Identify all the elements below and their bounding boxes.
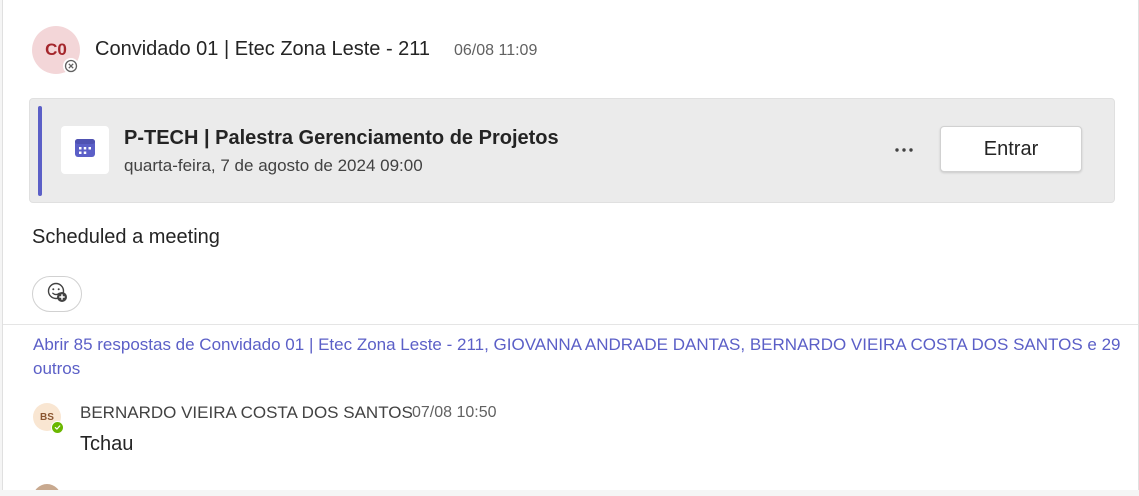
next-reply-avatar[interactable] <box>33 484 61 490</box>
add-reaction-button[interactable] <box>32 276 82 312</box>
meeting-title[interactable]: P-TECH | Palestra Gerenciamento de Proje… <box>124 127 559 150</box>
blocked-icon <box>63 58 79 74</box>
message-card: C0 Convidado 01 | Etec Zona Leste - 211 … <box>2 0 1139 490</box>
calendar-tile <box>61 126 109 174</box>
message-timestamp: 06/08 11:09 <box>454 42 538 59</box>
sender-name: Convidado 01 | Etec Zona Leste - 211 <box>95 38 431 60</box>
reply-sender-name: BERNARDO VIEIRA COSTA DOS SANTOS <box>80 403 413 422</box>
more-icon <box>894 140 914 158</box>
calendar-icon <box>74 137 96 164</box>
more-options-button[interactable] <box>891 137 917 161</box>
available-icon <box>51 421 64 434</box>
meeting-accent-bar <box>38 106 42 196</box>
avatar-initials: C0 <box>45 40 67 59</box>
divider <box>3 324 1138 325</box>
reply-timestamp: 07/08 10:50 <box>412 404 497 421</box>
add-reaction-icon <box>46 281 68 308</box>
reply-text: Tchau <box>80 433 134 455</box>
meeting-datetime: quarta-feira, 7 de agosto de 2024 09:00 <box>124 156 423 175</box>
reply-avatar-initials: BS <box>40 411 54 423</box>
message-text: Scheduled a meeting <box>32 226 220 248</box>
open-replies-link[interactable]: Abrir 85 respostas de Convidado 01 | Ete… <box>33 333 1133 381</box>
meeting-card[interactable]: P-TECH | Palestra Gerenciamento de Proje… <box>29 98 1115 203</box>
join-button[interactable]: Entrar <box>940 126 1082 172</box>
